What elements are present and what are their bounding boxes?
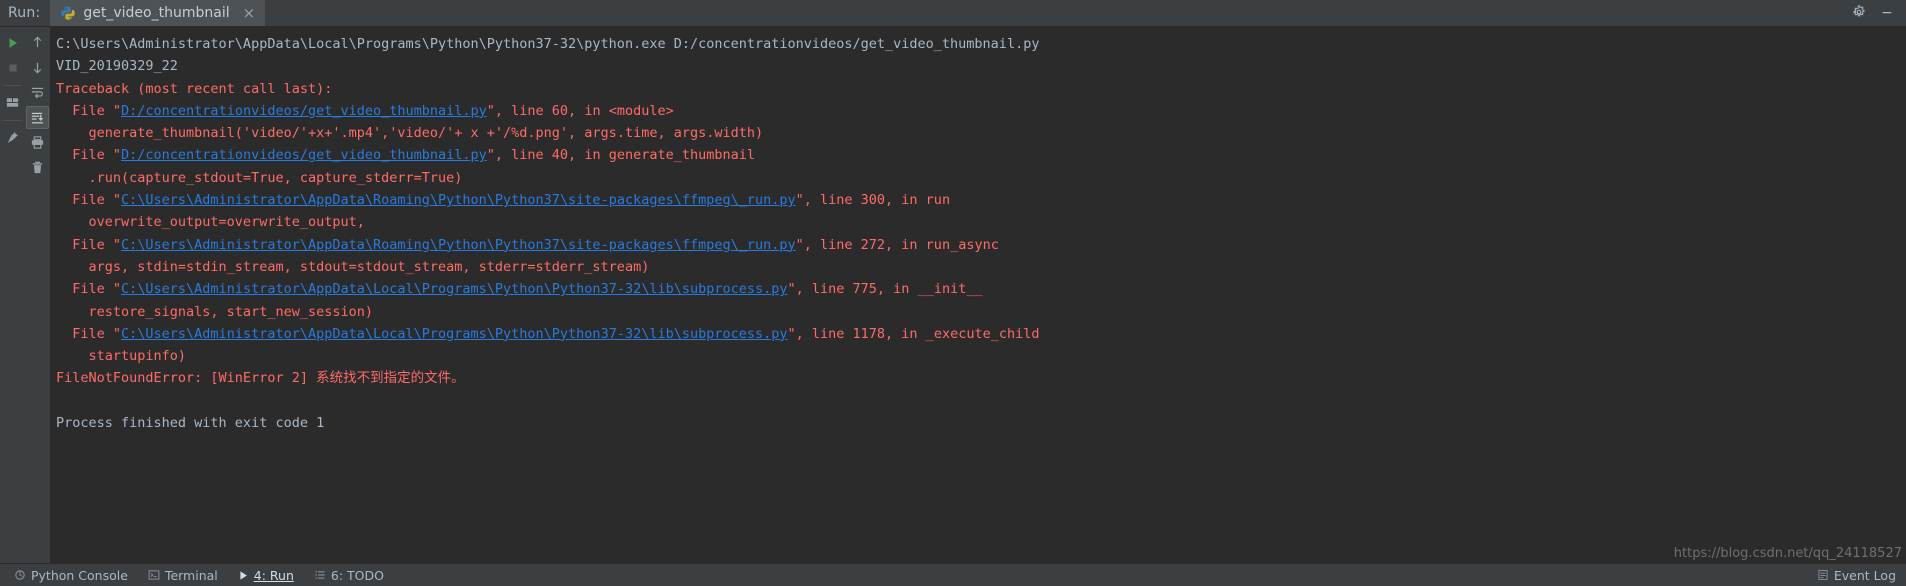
status-terminal[interactable]: Terminal bbox=[138, 564, 228, 586]
header-spacer bbox=[265, 0, 1852, 26]
watermark-url: https://blog.csdn.net/qq_24118527 bbox=[1673, 546, 1902, 561]
run-icon bbox=[238, 570, 249, 581]
console-line: File "C:\Users\Administrator\AppData\Roa… bbox=[56, 234, 1906, 256]
console-line: restore_signals, start_new_session) bbox=[56, 301, 1906, 323]
console-line: File "C:\Users\Administrator\AppData\Loc… bbox=[56, 323, 1906, 345]
console-text-segment: ", line 775, in __init__ bbox=[787, 281, 983, 298]
console-text-segment bbox=[56, 393, 64, 409]
console-line: startupinfo) bbox=[56, 345, 1906, 367]
console-text-segment: C:\Users\Administrator\AppData\Local\Pro… bbox=[56, 36, 1040, 52]
stop-button[interactable] bbox=[1, 56, 24, 79]
toolbar-separator bbox=[4, 85, 21, 86]
console-text-segment: FileNotFoundError: [WinError 2] 系统找不到指定的… bbox=[56, 370, 465, 387]
layout-button[interactable] bbox=[1, 91, 24, 114]
console-text-segment: overwrite_output=overwrite_output, bbox=[56, 214, 365, 231]
console-line: overwrite_output=overwrite_output, bbox=[56, 211, 1906, 233]
print-button[interactable] bbox=[26, 131, 49, 154]
console-text-segment: File " bbox=[56, 102, 122, 119]
console-file-link[interactable]: C:\Users\Administrator\AppData\Local\Pro… bbox=[121, 281, 787, 297]
console-text-segment: File " bbox=[56, 325, 122, 342]
console-file-link[interactable]: C:\Users\Administrator\AppData\Roaming\P… bbox=[121, 237, 796, 253]
python-icon bbox=[60, 5, 76, 21]
status-run[interactable]: 4: Run bbox=[228, 564, 304, 586]
pin-button[interactable] bbox=[1, 126, 24, 149]
run-toolwindow-label: Run: bbox=[8, 5, 41, 21]
console-line: File "C:\Users\Administrator\AppData\Roa… bbox=[56, 189, 1906, 211]
console-line: generate_thumbnail('video/'+x+'.mp4','vi… bbox=[56, 122, 1906, 144]
terminal-icon bbox=[148, 569, 160, 581]
event-log-icon bbox=[1817, 569, 1829, 581]
status-todo-label: 6: TODO bbox=[330, 567, 384, 583]
console-line: VID_20190329_22 bbox=[56, 55, 1906, 77]
status-python-console[interactable]: Python Console bbox=[4, 564, 138, 586]
console-text-segment: restore_signals, start_new_session) bbox=[56, 303, 373, 320]
close-icon[interactable]: × bbox=[241, 5, 258, 21]
minimize-icon[interactable] bbox=[1880, 4, 1894, 23]
console-file-link[interactable]: D:/concentrationvideos/get_video_thumbna… bbox=[121, 147, 487, 163]
console-text-segment: Process finished with exit code 1 bbox=[56, 415, 325, 432]
run-tab-label: get_video_thumbnail bbox=[83, 5, 230, 21]
toolbar-separator-2 bbox=[4, 120, 21, 121]
console-actions-toolbar bbox=[25, 27, 50, 563]
run-actions-toolbar bbox=[0, 27, 25, 563]
console-text-segment: File " bbox=[56, 236, 122, 253]
console-line: C:\Users\Administrator\AppData\Local\Pro… bbox=[56, 33, 1906, 55]
pycharm-run-tool-window: Run: get_video_thumbnail × C:\Users\Admi… bbox=[0, 0, 1906, 586]
header-actions bbox=[1852, 0, 1906, 26]
console-line: args, stdin=stdin_stream, stdout=stdout_… bbox=[56, 256, 1906, 278]
trash-icon[interactable] bbox=[26, 156, 49, 179]
console-text-segment: ", line 60, in <module> bbox=[486, 102, 674, 119]
console-output-panel[interactable]: C:\Users\Administrator\AppData\Local\Pro… bbox=[50, 27, 1906, 563]
console-text-segment: .run(capture_stdout=True, capture_stderr… bbox=[56, 169, 463, 186]
console-line bbox=[56, 390, 1906, 412]
soft-wrap-button[interactable] bbox=[26, 81, 49, 104]
console-text-segment: Traceback (most recent call last): bbox=[56, 80, 333, 97]
gear-icon[interactable] bbox=[1852, 4, 1866, 23]
console-file-link[interactable]: C:\Users\Administrator\AppData\Local\Pro… bbox=[121, 326, 787, 342]
console-text-segment: ", line 300, in run bbox=[795, 192, 951, 209]
console-text-segment: ", line 40, in generate_thumbnail bbox=[486, 147, 755, 164]
status-todo[interactable]: 6: TODO bbox=[304, 564, 394, 586]
console-line: Traceback (most recent call last): bbox=[56, 78, 1906, 100]
up-the-stack-button[interactable] bbox=[26, 31, 49, 54]
run-tab-get-video-thumbnail[interactable]: get_video_thumbnail × bbox=[50, 0, 266, 26]
rerun-button[interactable] bbox=[1, 31, 24, 54]
console-text-segment: ", line 272, in run_async bbox=[795, 236, 999, 253]
console-line: FileNotFoundError: [WinError 2] 系统找不到指定的… bbox=[56, 367, 1906, 389]
console-file-link[interactable]: C:\Users\Administrator\AppData\Roaming\P… bbox=[121, 192, 796, 208]
console-file-link[interactable]: D:/concentrationvideos/get_video_thumbna… bbox=[121, 103, 487, 119]
console-line: File "D:/concentrationvideos/get_video_t… bbox=[56, 100, 1906, 122]
status-event-log-label: Event Log bbox=[1833, 567, 1896, 583]
down-the-stack-button[interactable] bbox=[26, 56, 49, 79]
status-terminal-label: Terminal bbox=[164, 567, 218, 583]
console-text-segment: VID_20190329_22 bbox=[56, 58, 178, 75]
console-line: File "D:/concentrationvideos/get_video_t… bbox=[56, 144, 1906, 166]
console-text-segment: File " bbox=[56, 192, 122, 209]
run-toolwindow-header: Run: get_video_thumbnail × bbox=[0, 0, 1906, 27]
status-bar: Python Console Terminal 4: Run 6: TODO E… bbox=[0, 563, 1906, 586]
console-text: C:\Users\Administrator\AppData\Local\Pro… bbox=[50, 27, 1906, 434]
run-tool-body: C:\Users\Administrator\AppData\Local\Pro… bbox=[0, 27, 1906, 563]
console-text-segment: File " bbox=[56, 281, 122, 298]
console-text-segment: File " bbox=[56, 147, 122, 164]
console-line: Process finished with exit code 1 bbox=[56, 412, 1906, 434]
status-event-log[interactable]: Event Log bbox=[1817, 568, 1906, 583]
python-console-icon bbox=[14, 569, 26, 581]
scroll-to-end-button[interactable] bbox=[26, 106, 49, 129]
console-text-segment: args, stdin=stdin_stream, stdout=stdout_… bbox=[56, 258, 650, 275]
status-python-console-label: Python Console bbox=[31, 567, 128, 583]
console-line: .run(capture_stdout=True, capture_stderr… bbox=[56, 167, 1906, 189]
status-run-label: 4: Run bbox=[253, 567, 294, 583]
console-text-segment: startupinfo) bbox=[56, 348, 187, 365]
console-line: File "C:\Users\Administrator\AppData\Loc… bbox=[56, 278, 1906, 300]
console-text-segment: generate_thumbnail('video/'+x+'.mp4','vi… bbox=[56, 125, 764, 142]
todo-icon bbox=[314, 569, 326, 581]
console-text-segment: ", line 1178, in _execute_child bbox=[787, 325, 1040, 342]
